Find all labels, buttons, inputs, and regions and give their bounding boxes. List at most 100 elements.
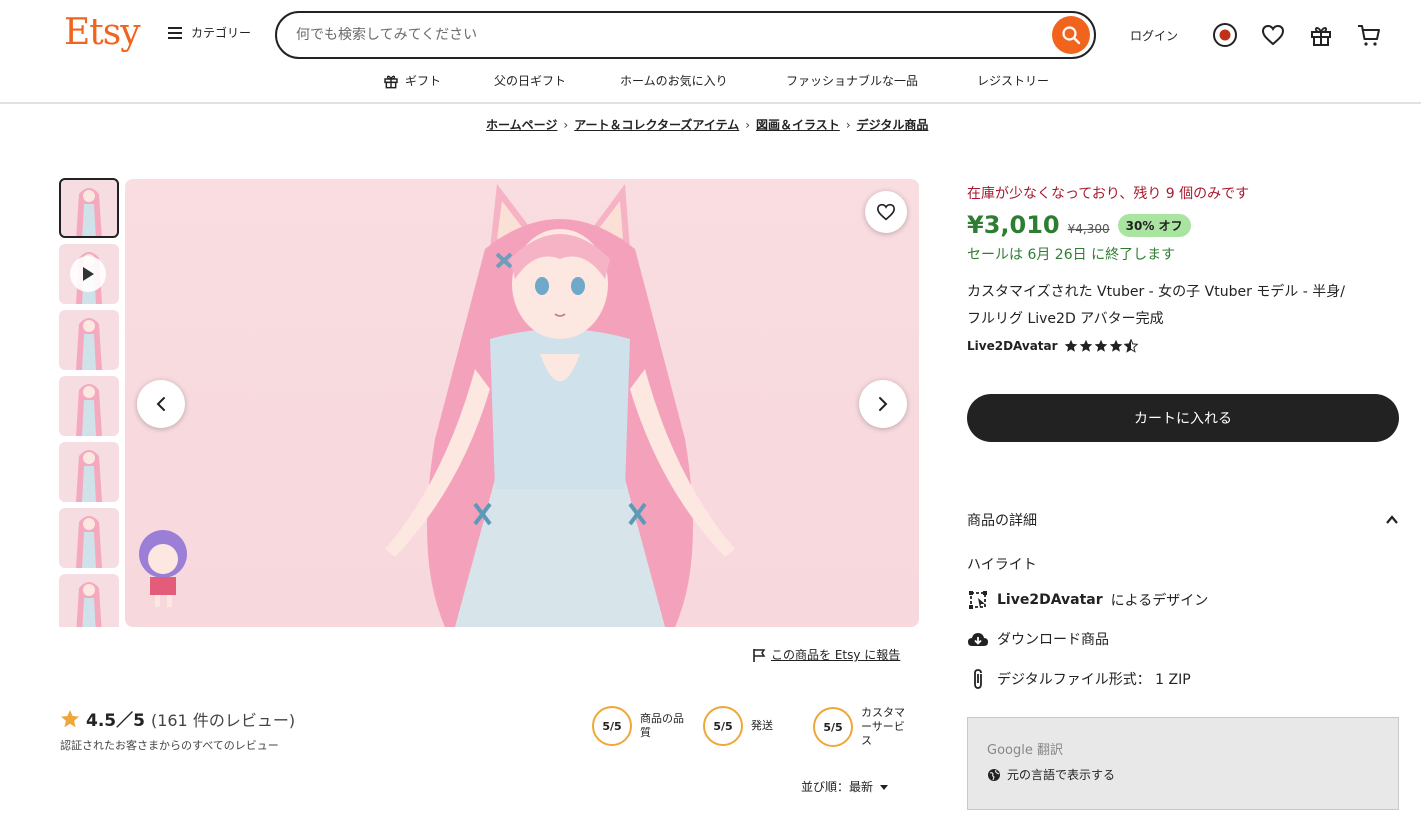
- gift-button[interactable]: [1308, 22, 1334, 48]
- header-divider: [0, 102, 1421, 104]
- google-translate-box: Google 翻訳 元の言語で表示する: [967, 717, 1399, 810]
- sort-dropdown[interactable]: 並び順：最新: [801, 778, 889, 795]
- metric-label: 発送: [751, 719, 773, 732]
- breadcrumb-drawing[interactable]: 図画＆イラスト: [756, 116, 840, 133]
- metric-shipping: 5/5 発送: [703, 706, 773, 746]
- seller-rating-stars: [1064, 339, 1138, 353]
- metric-value: 5/5: [813, 707, 853, 747]
- breadcrumb-art[interactable]: アート＆コレクターズアイテム: [574, 116, 739, 133]
- thumbnail-5[interactable]: [59, 442, 119, 502]
- search-button[interactable]: [1052, 16, 1090, 54]
- search-icon: [1062, 26, 1081, 45]
- download-label: ダウンロード商品: [997, 632, 1109, 648]
- search-input[interactable]: [296, 27, 1036, 43]
- recording-button[interactable]: [1212, 22, 1238, 48]
- thumbnail-4[interactable]: [59, 376, 119, 436]
- subnav-item-fathers-day[interactable]: 父の日ギフト: [494, 72, 566, 89]
- breadcrumb: ホームページ › アート＆コレクターズアイテム › 図画＆イラスト › デジタル…: [486, 116, 928, 133]
- designer-link[interactable]: Live2DAvatar: [997, 592, 1103, 608]
- gift-icon: [1311, 27, 1331, 46]
- subnav-item-gift[interactable]: ギフト: [383, 72, 441, 89]
- categories-button[interactable]: カテゴリー: [167, 24, 251, 41]
- product-thumbnail-image: [76, 450, 102, 502]
- star-icon: [61, 709, 79, 727]
- show-original-link[interactable]: 元の言語で表示する: [987, 766, 1115, 783]
- categories-label: カテゴリー: [191, 26, 252, 40]
- globe-icon: [988, 768, 1000, 781]
- star-icon: [1064, 339, 1077, 352]
- sale-end-notice: セールは 6月 26日 に終了します: [967, 247, 1176, 263]
- designer-suffix: によるデザイン: [1110, 593, 1209, 609]
- menu-icon: [168, 26, 182, 39]
- review-score: 4.5／5: [86, 711, 145, 731]
- report-item-link[interactable]: この商品を Etsy に報告: [752, 646, 900, 663]
- review-subtitle: 認証されたお客さまからのすべてのレビュー: [60, 739, 279, 752]
- play-icon: [83, 267, 94, 281]
- etsy-logo[interactable]: Etsy: [64, 12, 141, 53]
- metric-label: カスタマ ーサービ ス: [861, 706, 905, 747]
- design-icon: [967, 589, 989, 611]
- original-price: ¥4,300: [1067, 222, 1110, 236]
- report-label: この商品を Etsy に報告: [771, 648, 901, 662]
- stock-notice: 在庫が少なくなっており、残り 9 個のみです: [967, 186, 1250, 202]
- product-thumbnail-image: [76, 582, 102, 627]
- cart-button[interactable]: [1356, 22, 1382, 48]
- add-to-favorites-button[interactable]: [865, 191, 907, 233]
- product-thumbnail-image: [76, 516, 102, 568]
- sub-navigation: ギフト 父の日ギフト ホームのお気に入り ファッショナブルな一品 レジストリー: [0, 70, 1421, 92]
- product-thumbnail-image: [76, 384, 102, 436]
- item-details-label: 商品の詳細: [967, 513, 1037, 529]
- product-thumbnail-image: [76, 318, 102, 370]
- previous-image-button[interactable]: [137, 380, 185, 428]
- vtuber-avatar-illustration: [139, 184, 735, 627]
- breadcrumb-digital[interactable]: デジタル商品: [857, 116, 929, 133]
- star-icon: [1094, 339, 1107, 352]
- product-title: カスタマイズされた Vtuber - 女の子 Vtuber モデル - 半身/ …: [967, 284, 1345, 327]
- main-product-image: [125, 179, 919, 627]
- chevron-right-icon: ›: [845, 117, 851, 132]
- highlights-title: ハイライト: [967, 557, 1037, 573]
- heart-icon: [876, 203, 896, 221]
- file-format-label: デジタルファイル形式： 1 ZIP: [997, 672, 1191, 688]
- subnav-item-registry[interactable]: レジストリー: [977, 72, 1049, 89]
- login-link[interactable]: ログイン: [1130, 27, 1178, 44]
- half-star-icon: [1123, 339, 1138, 353]
- breadcrumb-home[interactable]: ホームページ: [486, 116, 557, 133]
- thumbnail-3[interactable]: [59, 310, 119, 370]
- star-icon: [1109, 339, 1122, 352]
- subnav-label: ギフト: [405, 74, 442, 88]
- highlight-designer: Live2DAvatar によるデザイン: [967, 589, 1208, 611]
- thumbnail-7[interactable]: [59, 574, 119, 627]
- cart-icon: [1358, 25, 1380, 46]
- metric-customer-service: 5/5 カスタマ ーサービ ス: [813, 706, 905, 748]
- chevron-up-icon: [1386, 515, 1398, 524]
- thumbnail-strip: [59, 178, 119, 627]
- sort-label: 並び順：最新: [801, 780, 874, 794]
- next-image-button[interactable]: [859, 380, 907, 428]
- add-to-cart-button[interactable]: カートに入れる: [967, 394, 1399, 442]
- gift-icon: [384, 75, 398, 88]
- flag-icon: [753, 648, 766, 662]
- heart-icon: [1261, 24, 1285, 46]
- star-icon: [1079, 339, 1092, 352]
- discount-badge: 30% オフ: [1117, 214, 1191, 237]
- paperclip-icon: [967, 668, 989, 690]
- thumbnail-1[interactable]: [59, 178, 119, 238]
- review-count: (161 件のレビュー): [150, 710, 296, 730]
- review-summary: 4.5／5 (161 件のレビュー): [60, 706, 295, 731]
- metric-value: 5/5: [703, 706, 743, 746]
- favorites-button[interactable]: [1260, 22, 1286, 48]
- seller-name-link[interactable]: Live2DAvatar: [967, 339, 1058, 353]
- subnav-item-home-favorites[interactable]: ホームのお気に入り: [620, 72, 728, 89]
- thumbnail-video[interactable]: [59, 244, 119, 304]
- highlight-download: ダウンロード商品: [967, 628, 1109, 650]
- search-bar: [275, 11, 1096, 59]
- thumbnail-6[interactable]: [59, 508, 119, 568]
- price-row: ¥3,010 ¥4,300 30% オフ: [967, 211, 1191, 240]
- subnav-item-fashion[interactable]: ファッショナブルな一品: [786, 72, 918, 89]
- google-translate-title: Google 翻訳: [987, 743, 1063, 758]
- item-details-toggle[interactable]: 商品の詳細: [967, 508, 1399, 532]
- show-original-label: 元の言語で表示する: [1007, 768, 1116, 782]
- metric-label: 商品の品 質: [640, 712, 684, 739]
- metric-item-quality: 5/5 商品の品 質: [592, 706, 684, 746]
